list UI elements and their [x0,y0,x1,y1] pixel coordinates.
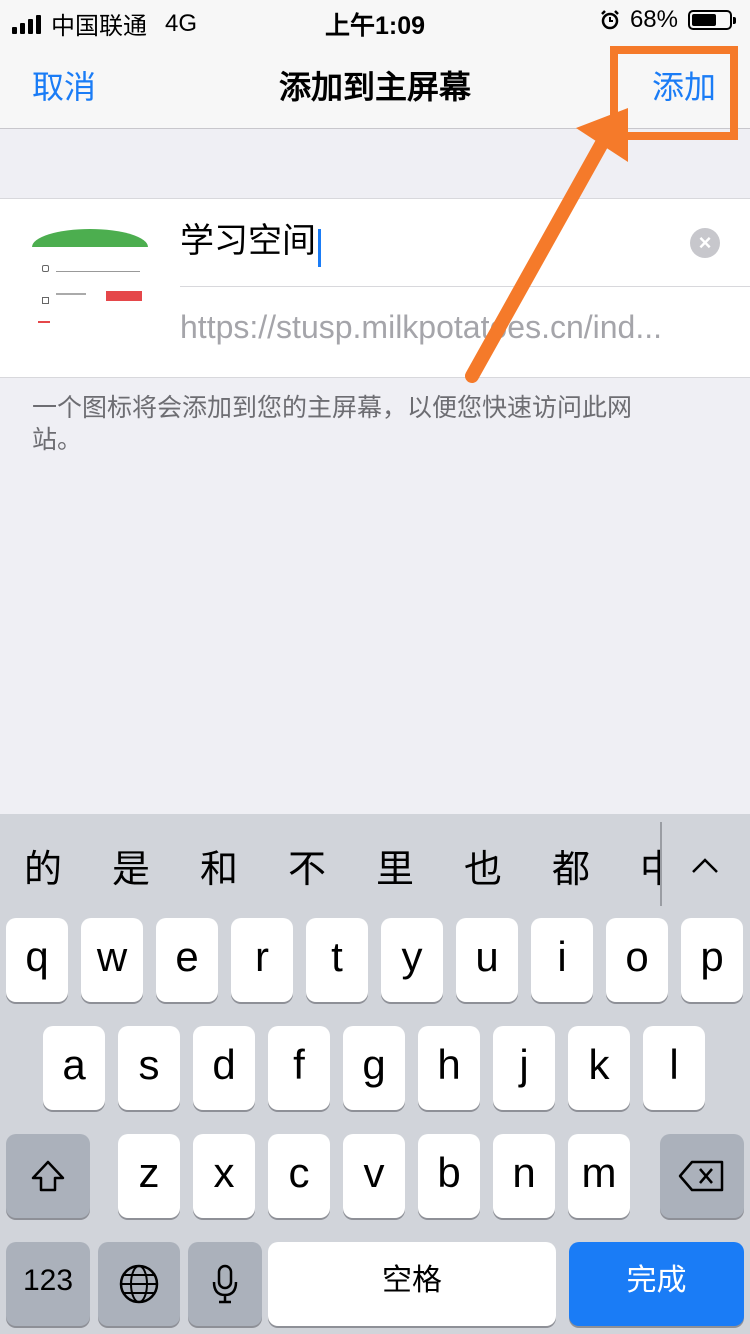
key-b[interactable]: b [418,1134,480,1218]
chevron-up-icon[interactable] [690,850,720,880]
shift-key[interactable] [6,1134,90,1218]
candidate-word[interactable]: 和 [200,838,238,893]
candidate-word[interactable]: 中 [640,838,660,893]
key-h[interactable]: h [418,1026,480,1110]
key-w[interactable]: w [81,918,143,1002]
key-e[interactable]: e [156,918,218,1002]
key-c[interactable]: c [268,1134,330,1218]
key-n[interactable]: n [493,1134,555,1218]
key-k[interactable]: k [568,1026,630,1110]
microphone-key[interactable] [188,1242,262,1326]
shift-icon [31,1160,65,1192]
candidate-word[interactable]: 都 [552,838,590,893]
candidate-bar: 的 是 和 不 里 也 都 中 [0,814,750,914]
key-f[interactable]: f [268,1026,330,1110]
globe-icon [119,1264,159,1304]
keyboard: 的 是 和 不 里 也 都 中 q w e r t y u i o p a s … [0,814,750,1334]
annotation-arrow-icon [465,108,628,383]
key-d[interactable]: d [193,1026,255,1110]
key-u[interactable]: u [456,918,518,1002]
candidate-word[interactable]: 不 [288,838,326,893]
key-t[interactable]: t [306,918,368,1002]
candidate-word[interactable]: 是 [112,838,150,893]
microphone-icon [212,1264,238,1304]
candidate-word[interactable]: 也 [464,838,502,893]
key-x[interactable]: x [193,1134,255,1218]
key-m[interactable]: m [568,1134,630,1218]
candidate-divider [660,822,662,906]
key-r[interactable]: r [231,918,293,1002]
numbers-key[interactable]: 123 [6,1242,90,1326]
key-g[interactable]: g [343,1026,405,1110]
key-y[interactable]: y [381,918,443,1002]
candidate-word[interactable]: 里 [376,838,414,893]
key-o[interactable]: o [606,918,668,1002]
key-q[interactable]: q [6,918,68,1002]
key-i[interactable]: i [531,918,593,1002]
key-a[interactable]: a [43,1026,105,1110]
key-v[interactable]: v [343,1134,405,1218]
key-j[interactable]: j [493,1026,555,1110]
key-s[interactable]: s [118,1026,180,1110]
candidate-word[interactable]: 的 [24,838,62,893]
globe-key[interactable] [98,1242,180,1326]
key-z[interactable]: z [118,1134,180,1218]
key-l[interactable]: l [643,1026,705,1110]
delete-icon [678,1160,724,1192]
delete-key[interactable] [660,1134,744,1218]
key-p[interactable]: p [681,918,743,1002]
done-key[interactable]: 完成 [569,1242,744,1326]
hint-text: 一个图标将会添加到您的主屏幕，以便您快速访问此网站。 [32,394,633,454]
space-key[interactable]: 空格 [268,1242,556,1326]
